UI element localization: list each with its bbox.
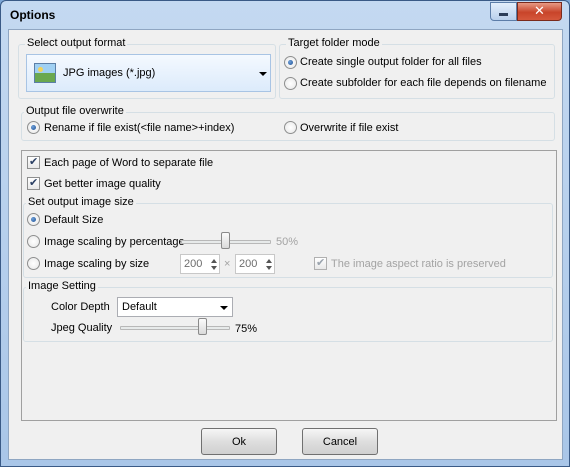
size-separator: × <box>224 258 231 270</box>
output-format-combobox[interactable]: JPG images (*.jpg) <box>26 54 271 92</box>
radio-rename-label[interactable]: Rename if file exist(<file name>+index) <box>44 122 234 134</box>
target-folder-label: Target folder mode <box>286 37 382 49</box>
radio-overwrite-label[interactable]: Overwrite if file exist <box>300 122 398 134</box>
chevron-down-icon[interactable] <box>220 306 228 310</box>
width-spinner[interactable]: 200 <box>180 254 220 274</box>
checkbox-separate-file[interactable] <box>27 155 40 169</box>
color-depth-select[interactable]: Default <box>117 297 233 317</box>
percentage-slider-thumb[interactable] <box>221 232 230 249</box>
image-file-icon <box>34 63 56 83</box>
checkbox-separate-file-label[interactable]: Each page of Word to separate file <box>44 157 213 169</box>
close-icon: ✕ <box>534 4 545 19</box>
output-format-value: JPG images (*.jpg) <box>63 67 156 79</box>
radio-scale-percentage-label[interactable]: Image scaling by percentage <box>44 236 185 248</box>
jpeg-quality-slider-thumb[interactable] <box>197 318 207 335</box>
color-depth-label: Color Depth <box>51 301 110 313</box>
spin-up-icon[interactable] <box>266 259 272 263</box>
radio-scale-percentage[interactable] <box>27 235 40 248</box>
close-button[interactable]: ✕ <box>517 2 562 21</box>
minimize-button[interactable] <box>490 2 517 21</box>
jpeg-quality-label: Jpeg Quality <box>51 322 113 334</box>
options-dialog: Options ✕ Select output format JPG image… <box>0 0 570 467</box>
window-title: Options <box>10 8 56 22</box>
radio-default-size[interactable] <box>27 213 40 226</box>
height-spinner[interactable]: 200 <box>235 254 275 274</box>
title-bar[interactable]: Options ✕ <box>1 1 569 29</box>
spin-down-icon[interactable] <box>266 266 272 270</box>
minimize-icon <box>499 13 508 16</box>
cancel-button[interactable]: Cancel <box>302 428 378 455</box>
checkbox-better-quality[interactable] <box>27 176 40 190</box>
overwrite-label: Output file overwrite <box>24 105 126 117</box>
ok-button[interactable]: Ok <box>201 428 277 455</box>
radio-scale-size-label[interactable]: Image scaling by size <box>44 258 149 270</box>
width-value: 200 <box>184 258 203 270</box>
options-panel <box>21 150 557 421</box>
percentage-value: 50% <box>276 236 299 248</box>
radio-single-folder-label[interactable]: Create single output folder for all file… <box>300 56 482 68</box>
radio-default-size-label[interactable]: Default Size <box>44 214 103 226</box>
jpeg-quality-slider-track[interactable] <box>120 326 230 330</box>
target-folder-group: Target folder mode <box>279 37 555 99</box>
dialog-client-area: Select output format JPG images (*.jpg) … <box>8 29 563 460</box>
spin-down-icon[interactable] <box>211 266 217 270</box>
radio-subfolder-label[interactable]: Create subfolder for each file depends o… <box>300 77 546 89</box>
jpeg-quality-value: 75% <box>235 323 258 335</box>
radio-overwrite[interactable] <box>284 121 297 134</box>
chevron-down-icon[interactable] <box>259 72 267 76</box>
radio-scale-size[interactable] <box>27 257 40 270</box>
spin-up-icon[interactable] <box>211 259 217 263</box>
image-size-label: Set output image size <box>26 196 136 208</box>
checkbox-aspect-ratio-label[interactable]: The image aspect ratio is preserved <box>331 258 506 270</box>
checkbox-aspect-ratio[interactable] <box>314 256 327 270</box>
radio-rename[interactable] <box>27 121 40 134</box>
radio-single-folder[interactable] <box>284 56 297 69</box>
checkbox-better-quality-label[interactable]: Get better image quality <box>44 178 161 190</box>
output-format-label: Select output format <box>25 37 128 49</box>
color-depth-value: Default <box>122 301 157 313</box>
height-value: 200 <box>239 258 258 270</box>
radio-subfolder[interactable] <box>284 77 297 90</box>
image-setting-label: Image Setting <box>26 280 98 292</box>
